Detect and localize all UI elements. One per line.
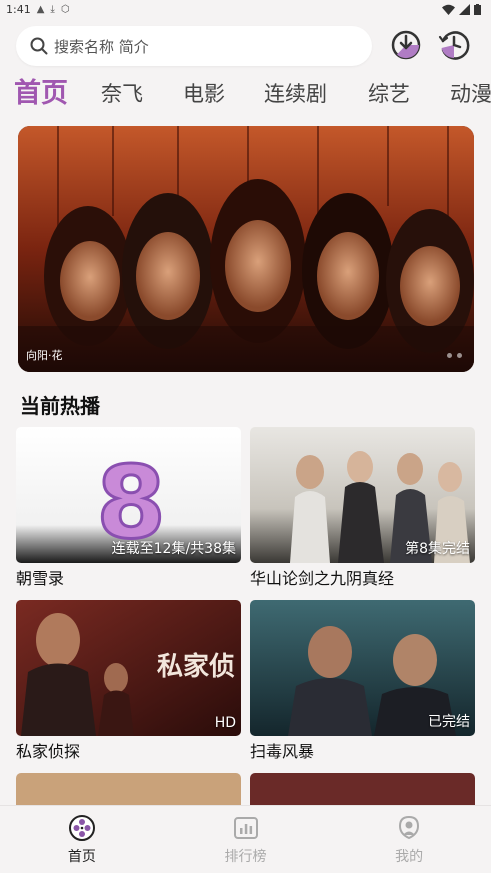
wifi-icon [442,4,455,15]
signal-icon [459,3,470,15]
search-icon [30,37,48,55]
notification-icon: ▲ [36,3,45,15]
section-title-hot: 当前热播 [20,394,100,418]
poster-title-text: 私家侦 [157,651,235,682]
video-title: 扫毒风暴 [250,742,315,761]
video-card[interactable]: 私家侦 HD 私家侦探 [16,600,241,762]
nav-profile[interactable]: 我的 [327,806,491,873]
tab-home[interactable]: 首页 [14,76,68,112]
status-bar: 1:41 ▲ ⤓ ⬡ [0,0,491,18]
category-tabs: 首页 奈飞 电影 连续剧 综艺 动漫 [0,76,491,112]
chart-icon [233,817,258,839]
episode-badge: 第8集完结 [405,541,470,557]
quality-badge: HD [214,715,236,731]
video-card[interactable]: 第8集完结 华山论剑之九阴真经 [250,427,475,589]
search-input[interactable]: 搜索名称 简介 [16,26,372,66]
search-row: 搜索名称 简介 [16,25,476,67]
banner-pager [447,353,462,358]
tab-variety[interactable]: 综艺 [368,76,410,112]
video-title: 私家侦探 [16,742,81,761]
pager-dot [457,353,462,358]
video-title: 朝雪录 [16,569,65,588]
tab-netflix[interactable]: 奈飞 [101,76,143,112]
film-reel-icon [68,815,95,841]
video-title: 华山论剑之九阴真经 [250,569,395,588]
video-thumbnail: 第8集完结 [250,427,475,563]
profile-icon [399,815,420,840]
tab-series[interactable]: 连续剧 [264,76,327,112]
banner-poster [18,126,474,372]
nav-label: 排行榜 [224,849,267,865]
nav-home[interactable]: 首页 [0,806,164,873]
tab-anime[interactable]: 动漫 [450,76,491,112]
battery-icon [474,3,481,15]
pager-dot [447,353,452,358]
episode-badge: 连载至12集/共38集 [111,541,236,557]
package-icon: ⬡ [60,3,70,15]
bottom-navigation: 首页 排行榜 我的 [0,805,491,873]
download-icon[interactable] [389,28,423,62]
history-icon[interactable] [437,28,471,62]
status-time: 1:41 [6,2,31,16]
search-placeholder: 搜索名称 简介 [54,37,149,56]
banner-caption: 向阳·花 [26,349,63,362]
video-card[interactable]: 8 连载至12集/共38集 朝雪录 [16,427,241,589]
video-thumbnail: 私家侦 HD [16,600,241,736]
nav-label: 首页 [67,849,96,865]
video-thumbnail: 8 连载至12集/共38集 [16,427,241,563]
tab-movies[interactable]: 电影 [183,76,225,112]
video-thumbnail: 已完结 [250,600,475,736]
nav-label: 我的 [395,849,424,865]
video-card[interactable]: 已完结 扫毒风暴 [250,600,475,762]
status-badge: 已完结 [428,714,470,730]
download-status-icon: ⤓ [50,3,55,15]
hero-banner[interactable]: 向阳·花 [18,126,474,372]
nav-ranking[interactable]: 排行榜 [164,806,328,873]
